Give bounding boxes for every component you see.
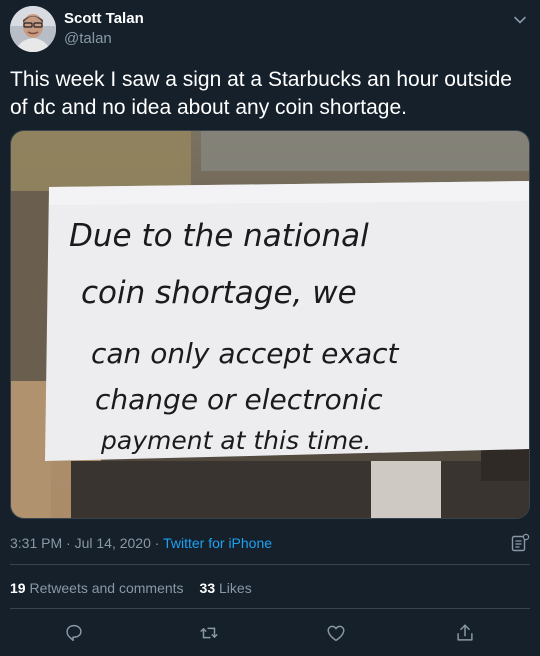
likes-count: 33 — [199, 580, 216, 596]
avatar-photo — [10, 6, 56, 52]
share-icon[interactable] — [454, 622, 476, 644]
meta-separator: · — [154, 535, 160, 551]
tweet-stats: 19 Retweets and comments 33 Likes — [10, 580, 252, 596]
reply-icon[interactable] — [63, 622, 85, 644]
tweet-date[interactable]: Jul 14, 2020 — [75, 535, 151, 551]
likes-stat[interactable]: 33 Likes — [200, 580, 252, 596]
heart-icon[interactable] — [325, 622, 347, 644]
tweet-photo[interactable]: Due to the national coin shortage, we ca… — [10, 130, 530, 519]
tweet-action-bar — [0, 620, 540, 646]
avatar[interactable] — [10, 6, 56, 52]
chevron-down-icon[interactable] — [510, 10, 530, 30]
sign-line-3: can only accept exact — [91, 337, 400, 370]
tweet-time[interactable]: 3:31 PM — [10, 535, 62, 551]
retweets-stat[interactable]: 19 Retweets and comments — [10, 580, 184, 596]
likes-label: Likes — [219, 580, 252, 596]
retweets-count: 19 — [10, 580, 26, 596]
analytics-icon[interactable] — [510, 533, 530, 553]
sign-line-5: payment at this time. — [100, 426, 371, 455]
author-handle[interactable]: @talan — [64, 30, 112, 47]
sign-photo: Due to the national coin shortage, we ca… — [11, 131, 529, 518]
author-name[interactable]: Scott Talan — [64, 10, 144, 27]
divider — [10, 564, 530, 565]
tweet-meta: 3:31 PM · Jul 14, 2020 · Twitter for iPh… — [10, 535, 272, 551]
tweet-text: This week I saw a sign at a Starbucks an… — [10, 68, 512, 119]
retweet-icon[interactable] — [198, 622, 220, 644]
divider — [10, 608, 530, 609]
tweet-detail: Scott Talan @talan This week I saw a sig… — [0, 0, 540, 656]
sign-line-2: coin shortage, we — [81, 275, 357, 311]
sign-line-1: Due to the national — [69, 218, 369, 254]
meta-separator: · — [66, 535, 71, 551]
tweet-source-link[interactable]: Twitter for iPhone — [163, 535, 272, 551]
sign-line-4: change or electronic — [95, 383, 383, 416]
retweets-label: Retweets and comments — [29, 580, 184, 596]
